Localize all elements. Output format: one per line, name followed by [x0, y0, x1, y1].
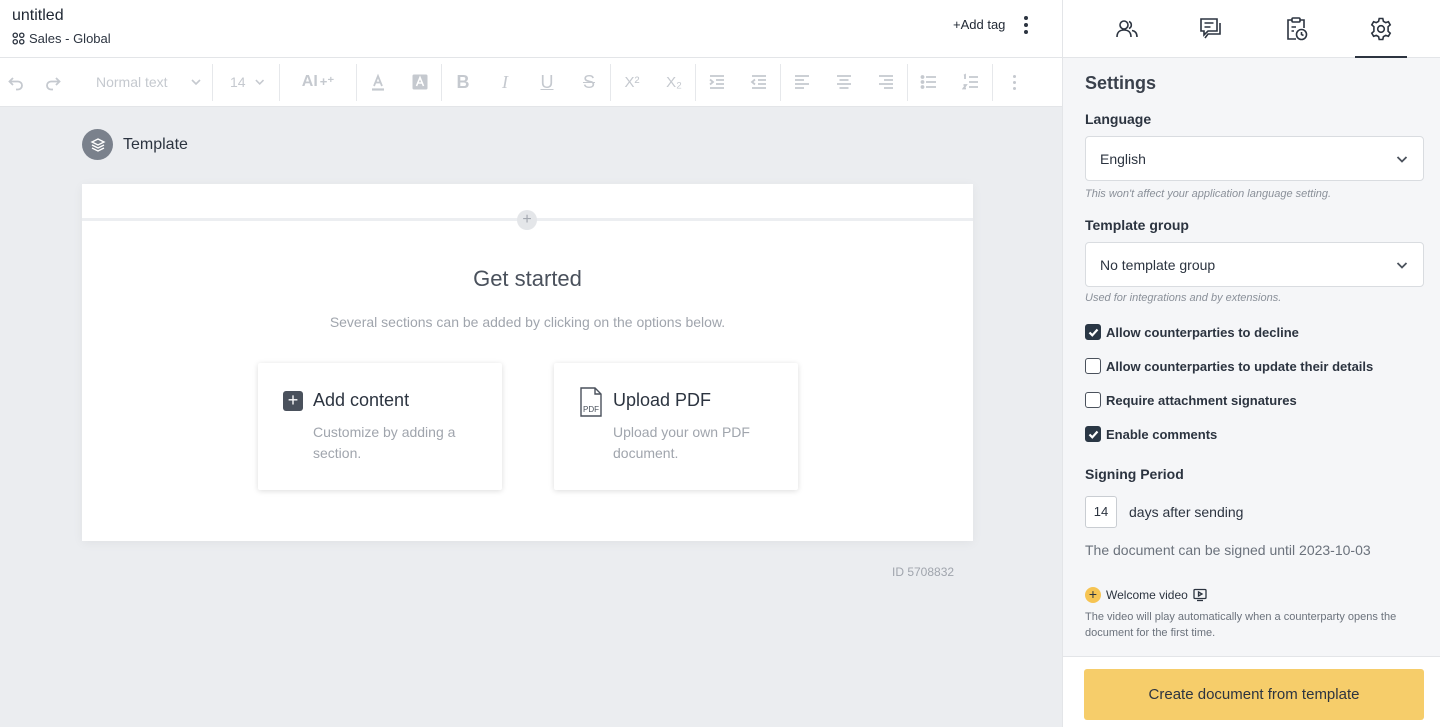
document-canvas: Template + Get started Several sections … [0, 108, 1062, 727]
signed-until-text: The document can be signed until 2023-10… [1085, 542, 1371, 558]
indent-icon[interactable] [696, 58, 738, 107]
document-title[interactable]: untitled [12, 7, 64, 25]
template-group-label: Template group [1085, 217, 1189, 233]
panel-tabs [1063, 0, 1440, 58]
checkbox-unchecked[interactable] [1085, 358, 1101, 374]
template-badge: Template [82, 129, 188, 160]
text-style-select[interactable]: Normal text [74, 58, 212, 107]
signing-days-suffix: days after sending [1129, 504, 1244, 520]
strikethrough-icon[interactable]: S [568, 58, 610, 107]
gear-icon [1370, 17, 1392, 41]
template-group-value: No template group [1100, 256, 1216, 273]
more-options-icon[interactable] [1019, 14, 1033, 38]
settings-heading: Settings [1085, 73, 1157, 93]
align-right-icon[interactable] [865, 58, 907, 107]
video-play-icon [1193, 588, 1207, 602]
numbered-list-icon[interactable] [950, 58, 992, 107]
pdf-file-icon: PDF [579, 387, 605, 422]
align-center-icon[interactable] [823, 58, 865, 107]
align-left-icon[interactable] [781, 58, 823, 107]
get-started-subtitle: Several sections can be added by clickin… [329, 314, 726, 330]
workspace-icon [12, 32, 25, 45]
settings-panel: Settings Language English This won't aff… [1062, 0, 1440, 727]
document-id: ID 5708832 [892, 565, 955, 579]
highlight-color-icon[interactable] [399, 58, 441, 107]
card-title: Upload PDF [613, 390, 712, 410]
checkbox-checked[interactable] [1085, 426, 1101, 442]
check-icon [1088, 328, 1098, 337]
card-description: Upload your own PDF document. [613, 424, 750, 461]
check-icon [1088, 430, 1098, 439]
signing-period-label: Signing Period [1085, 466, 1184, 482]
checkbox-allow-decline[interactable]: Allow counterparties to decline [1085, 324, 1299, 340]
panel-footer: Create document from template [1063, 656, 1440, 727]
bold-icon[interactable]: B [442, 58, 484, 107]
language-hint: This won't affect your application langu… [1085, 188, 1332, 200]
underline-icon[interactable]: U [526, 58, 568, 107]
formatting-toolbar: Normal text 14 AI +⁺ B I U S X² X₂ [0, 58, 1062, 107]
template-group-select[interactable]: No template group [1085, 242, 1424, 287]
outdent-icon[interactable] [738, 58, 780, 107]
language-select[interactable]: English [1085, 136, 1424, 181]
template-group-hint: Used for integrations and by extensions. [1085, 292, 1282, 304]
tab-settings[interactable] [1355, 0, 1407, 58]
tab-messages[interactable] [1189, 0, 1233, 58]
add-section-icon[interactable]: + [517, 210, 537, 230]
workspace-link[interactable]: Sales - Global [12, 31, 111, 46]
add-content-card[interactable]: + Add content Customize by adding a sect… [258, 363, 502, 490]
subscript-icon[interactable]: X₂ [653, 58, 695, 107]
get-started-heading: Get started [473, 266, 582, 291]
superscript-icon[interactable]: X² [611, 58, 653, 107]
more-formatting-icon[interactable] [993, 58, 1035, 107]
checkbox-label: Enable comments [1106, 426, 1218, 442]
workspace-name: Sales - Global [29, 31, 111, 46]
welcome-video-button[interactable]: + Welcome video [1085, 587, 1207, 603]
chevron-down-icon [1396, 155, 1408, 163]
chevron-down-icon [191, 79, 201, 86]
document-header: untitled Sales - Global +Add tag [0, 0, 1062, 58]
checkbox-label: Allow counterparties to update their det… [1106, 358, 1374, 374]
clipboard-clock-icon [1287, 17, 1308, 41]
card-title: Add content [313, 390, 410, 410]
add-tag-button[interactable]: +Add tag [953, 17, 1005, 32]
tab-participants[interactable] [1105, 0, 1149, 58]
plus-circle-icon: + [1085, 587, 1101, 603]
template-label: Template [123, 135, 188, 153]
upload-pdf-card[interactable]: PDF Upload PDF Upload your own PDF docum… [554, 363, 798, 490]
text-color-icon[interactable] [357, 58, 399, 107]
checkbox-label: Require attachment signatures [1106, 392, 1297, 408]
tab-history[interactable] [1274, 0, 1318, 58]
svg-text:PDF: PDF [583, 405, 599, 414]
redo-icon[interactable] [32, 58, 74, 107]
chat-icon [1200, 18, 1221, 39]
checkbox-checked[interactable] [1085, 324, 1101, 340]
card-description: Customize by adding a section. [313, 424, 456, 461]
users-icon [1116, 20, 1138, 38]
language-label: Language [1085, 111, 1152, 127]
sparkle-icon: +⁺ [319, 74, 335, 89]
checkbox-update-details[interactable]: Allow counterparties to update their det… [1085, 358, 1373, 374]
font-size-value: 14 [230, 74, 246, 90]
plus-square-icon: + [283, 391, 303, 411]
ai-label: AI [301, 73, 318, 90]
chevron-down-icon [254, 79, 264, 85]
layers-icon [82, 129, 113, 160]
undo-icon[interactable] [0, 58, 32, 107]
italic-icon[interactable]: I [484, 58, 526, 107]
welcome-video-description: The video will play automatically when a… [1085, 611, 1397, 639]
create-document-button[interactable]: Create document from template [1084, 669, 1424, 720]
document-page: + Get started Several sections can be ad… [82, 184, 973, 541]
chevron-down-icon [1396, 261, 1408, 269]
ai-assist-button[interactable]: AI +⁺ [280, 58, 356, 107]
bullet-list-icon[interactable] [908, 58, 950, 107]
text-style-value: Normal text [96, 74, 168, 90]
font-size-select[interactable]: 14 [213, 58, 279, 107]
checkbox-label: Allow counterparties to decline [1106, 324, 1299, 340]
signing-days-input[interactable]: 14 [1085, 496, 1117, 528]
checkbox-unchecked[interactable] [1085, 392, 1101, 408]
checkbox-attachment-signatures[interactable]: Require attachment signatures [1085, 392, 1297, 408]
welcome-video-label: Welcome video [1106, 588, 1188, 602]
checkbox-enable-comments[interactable]: Enable comments [1085, 426, 1217, 442]
language-value: English [1100, 150, 1146, 167]
